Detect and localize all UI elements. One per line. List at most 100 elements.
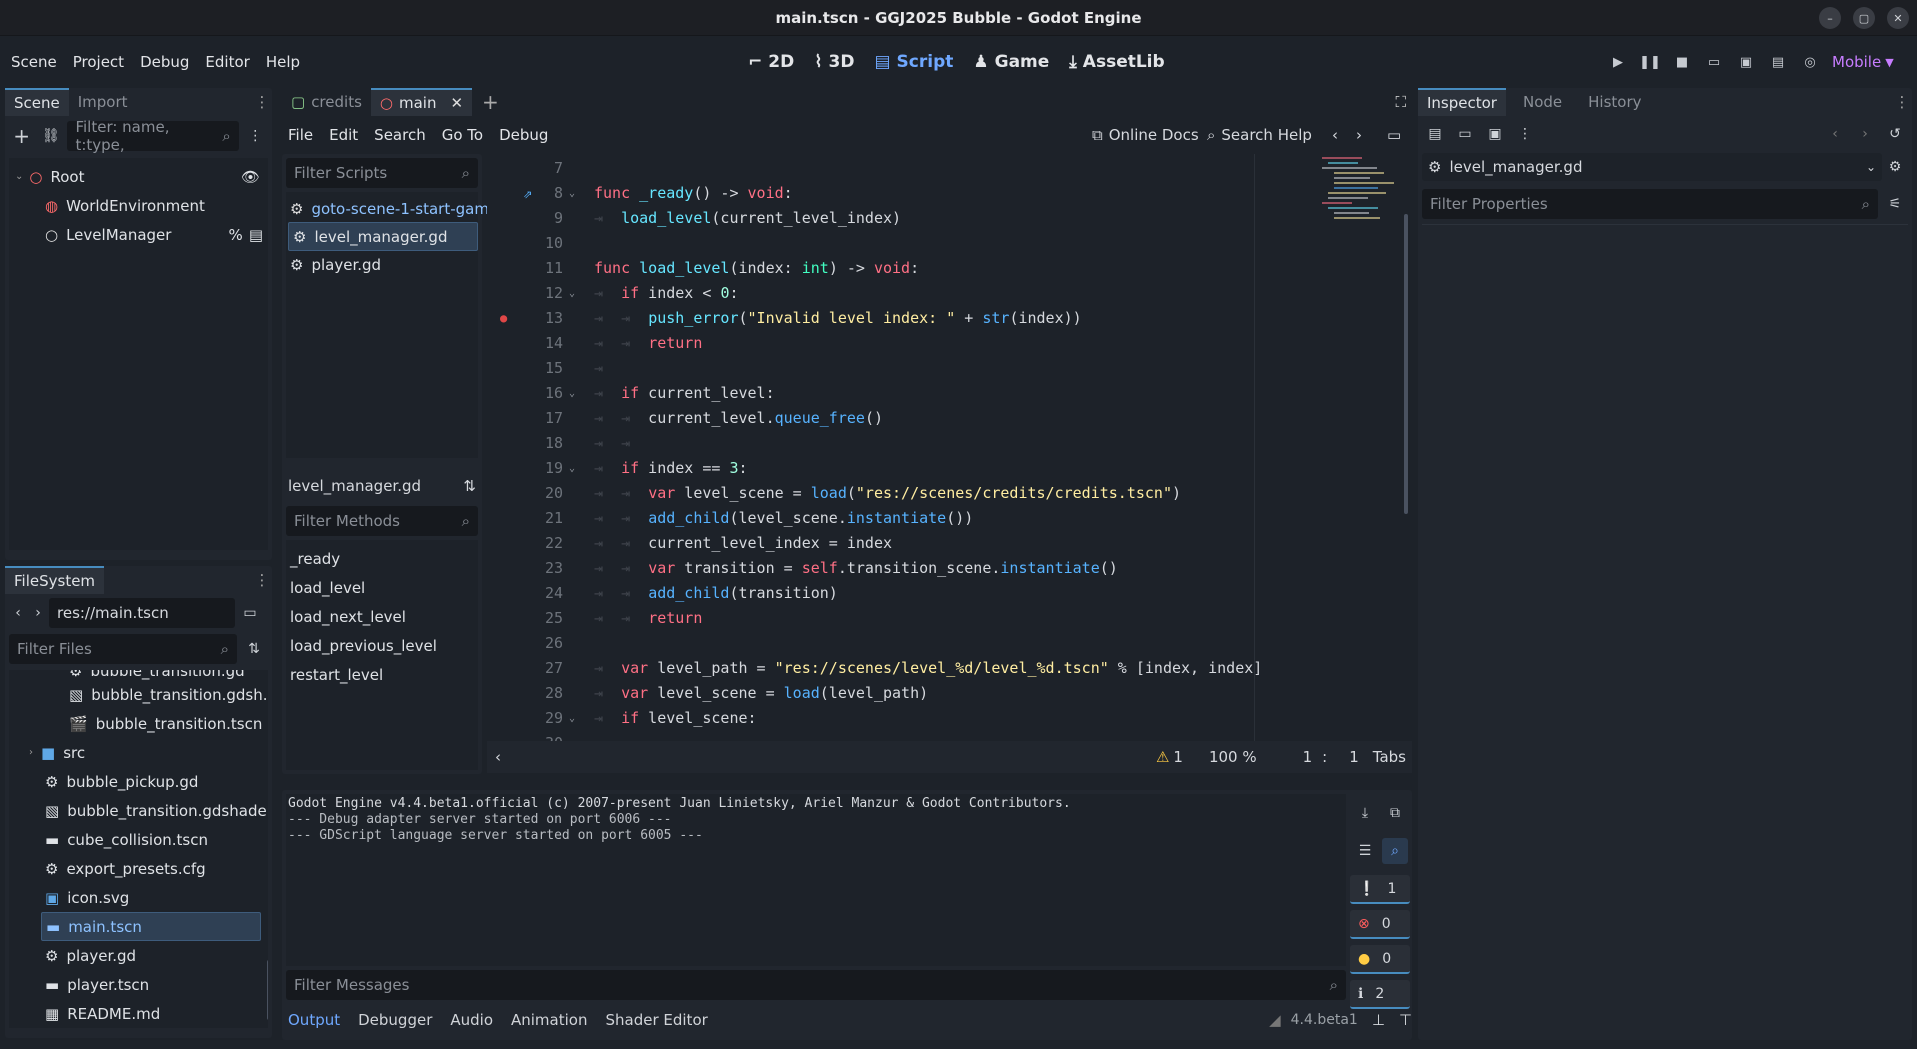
tree-node-levelmanager[interactable]: ○ LevelManager % ▤ bbox=[45, 220, 265, 249]
workspace-3d-button[interactable]: ⌇ 3D bbox=[814, 52, 854, 72]
kebab-menu-icon[interactable]: ⋮ bbox=[254, 571, 270, 589]
play-scene-icon[interactable]: ▣ bbox=[1730, 46, 1762, 78]
workspace-game-button[interactable]: ♟ Game bbox=[973, 52, 1049, 72]
property-options-icon[interactable]: ⚟ bbox=[1882, 191, 1908, 217]
method-list-item[interactable]: load_level bbox=[286, 573, 478, 602]
info-filter-toggle[interactable]: ℹ2 bbox=[1350, 980, 1410, 1009]
close-window-icon[interactable]: ✕ bbox=[1887, 7, 1909, 29]
forward-icon[interactable]: › bbox=[1852, 121, 1878, 147]
filter-properties-input[interactable]: Filter Properties ⌕ bbox=[1422, 189, 1878, 219]
tab-debugger[interactable]: Debugger bbox=[358, 1011, 432, 1029]
file-item[interactable]: ▬ cube_collision.tscn bbox=[45, 825, 208, 854]
file-item[interactable]: ⚙ bubble_pickup.gd bbox=[45, 767, 198, 796]
file-item[interactable]: ▣ icon.svg bbox=[45, 883, 129, 912]
errors-filter-toggle[interactable]: ⊗ 0 bbox=[1350, 910, 1410, 939]
filter-messages-input[interactable]: Filter Messages ⌕ bbox=[286, 970, 1346, 1000]
save-icon[interactable]: ▣ bbox=[1482, 121, 1508, 147]
link-icon[interactable]: ⛓ bbox=[38, 123, 63, 149]
add-tab-icon[interactable]: + bbox=[482, 90, 499, 114]
expand-panel-icon[interactable]: ⊤ bbox=[1399, 1011, 1412, 1029]
file-item[interactable]: ▦ README.md bbox=[45, 999, 160, 1028]
script-list-item-selected[interactable]: ⚙ level_manager.gd bbox=[288, 222, 478, 251]
remote-debug-icon[interactable]: ▭ bbox=[1698, 46, 1730, 78]
file-item[interactable]: ▧ bubble_transition.gdshader bbox=[45, 796, 268, 825]
kebab-menu-icon[interactable]: ⋮ bbox=[1512, 121, 1538, 147]
method-list-item[interactable]: _ready bbox=[286, 544, 478, 573]
pause-icon[interactable]: ❚❚ bbox=[1634, 46, 1666, 78]
zoom-level[interactable]: 100 % bbox=[1209, 748, 1257, 766]
chevron-left-icon[interactable]: ‹ bbox=[495, 748, 501, 766]
collapse-duplicates-icon[interactable]: ☰ bbox=[1352, 838, 1378, 864]
back-icon[interactable]: ‹ bbox=[1822, 121, 1848, 147]
file-item-selected[interactable]: ▬ main.tscn bbox=[41, 912, 261, 941]
visibility-eye-icon[interactable]: 👁 bbox=[241, 168, 260, 186]
folder-item[interactable]: › ■ src bbox=[29, 738, 85, 767]
forward-icon[interactable]: › bbox=[29, 600, 47, 626]
menu-project[interactable]: Project bbox=[67, 53, 130, 71]
filter-methods-input[interactable]: Filter Methods ⌕ bbox=[286, 506, 478, 536]
tab-main[interactable]: ○ main ✕ bbox=[370, 88, 473, 116]
indent-mode[interactable]: Tabs bbox=[1373, 748, 1406, 766]
forward-icon[interactable]: › bbox=[1356, 126, 1362, 144]
new-resource-icon[interactable]: ▤ bbox=[1422, 121, 1448, 147]
script-menu-edit[interactable]: Edit bbox=[323, 126, 364, 144]
tab-animation[interactable]: Animation bbox=[511, 1011, 587, 1029]
tab-shader-editor[interactable]: Shader Editor bbox=[605, 1011, 707, 1029]
tab-filesystem[interactable]: FileSystem bbox=[5, 566, 105, 594]
messages-filter-toggle[interactable]: ❕ 1 bbox=[1350, 875, 1410, 904]
scrollbar[interactable] bbox=[1404, 214, 1408, 514]
method-list-item[interactable]: load_previous_level bbox=[286, 631, 478, 660]
maximize-icon[interactable]: ▢ bbox=[1853, 7, 1875, 29]
method-list-item[interactable]: restart_level bbox=[286, 660, 478, 689]
fold-arrow-icon[interactable]: ⌄ bbox=[569, 706, 575, 731]
tab-import[interactable]: Import bbox=[69, 88, 137, 116]
file-item[interactable]: 🎬 bubble_transition.tscn bbox=[69, 709, 262, 738]
scrollbar[interactable] bbox=[267, 960, 268, 1020]
add-node-icon[interactable]: + bbox=[9, 123, 34, 149]
script-menu-debug[interactable]: Debug bbox=[493, 126, 554, 144]
tab-history[interactable]: History bbox=[1579, 88, 1650, 116]
file-item[interactable]: ⚙ export_presets.cfg bbox=[45, 854, 206, 883]
fold-arrow-icon[interactable]: ⌄ bbox=[569, 381, 575, 406]
fold-arrow-icon[interactable]: ⌄ bbox=[569, 456, 575, 481]
workspace-assetlib-button[interactable]: ⤓ AssetLib bbox=[1069, 52, 1164, 72]
movie-maker-icon[interactable]: ◎ bbox=[1794, 46, 1826, 78]
filesystem-path-input[interactable]: res://main.tscn bbox=[49, 598, 235, 628]
copy-output-icon[interactable]: ⧉ bbox=[1382, 800, 1408, 826]
tab-node[interactable]: Node bbox=[1514, 88, 1571, 116]
kebab-menu-icon[interactable]: ⋮ bbox=[254, 93, 270, 111]
close-icon[interactable]: ✕ bbox=[450, 94, 463, 112]
clear-output-icon[interactable]: ⤓ bbox=[1352, 800, 1378, 826]
warnings-filter-toggle[interactable]: ● 0 bbox=[1350, 945, 1410, 974]
pin-icon[interactable]: ⊥ bbox=[1372, 1011, 1385, 1029]
back-icon[interactable]: ‹ bbox=[1332, 126, 1338, 144]
sort-methods-icon[interactable]: ⇅ bbox=[463, 477, 476, 495]
menu-help[interactable]: Help bbox=[260, 53, 306, 71]
kebab-menu-icon[interactable]: ⋮ bbox=[1894, 93, 1910, 111]
history-icon[interactable]: ↺ bbox=[1882, 121, 1908, 147]
object-properties-icon[interactable]: ⚙ bbox=[1882, 154, 1908, 180]
tab-inspector[interactable]: Inspector bbox=[1418, 88, 1506, 116]
code-editor[interactable]: 7 ⇗ 8 ⌄ func _ready() -> void: 9 ⇥ load_leve… bbox=[487, 154, 1412, 741]
menu-scene[interactable]: Scene bbox=[5, 53, 63, 71]
search-help-button[interactable]: ⌕ Search Help bbox=[1207, 126, 1312, 144]
workspace-2d-button[interactable]: ⌐ 2D bbox=[748, 52, 794, 72]
script-attached-icon[interactable]: ▤ bbox=[249, 226, 263, 244]
split-view-icon[interactable]: ▭ bbox=[237, 600, 263, 626]
script-menu-search[interactable]: Search bbox=[368, 126, 432, 144]
menu-editor[interactable]: Editor bbox=[199, 53, 255, 71]
filter-scripts-input[interactable]: Filter Scripts ⌕ bbox=[286, 158, 478, 188]
online-docs-button[interactable]: ⧉ Online Docs bbox=[1092, 126, 1199, 144]
fullscreen-icon[interactable]: ⛶ bbox=[1395, 93, 1406, 111]
tab-output[interactable]: Output bbox=[288, 1011, 340, 1029]
scene-filter-input[interactable]: Filter: name, t:type, ⌕ bbox=[67, 118, 239, 154]
script-list-item[interactable]: ⚙ player.gd bbox=[290, 250, 381, 279]
filesystem-filter-input[interactable]: Filter Files ⌕ bbox=[9, 634, 237, 664]
search-icon[interactable]: ⌕ bbox=[1382, 838, 1408, 864]
play-icon[interactable]: ▶ bbox=[1602, 46, 1634, 78]
file-item[interactable]: ▧ bubble_transition.gdsh... bbox=[69, 680, 268, 709]
file-item[interactable]: ⚙ player.gd bbox=[45, 941, 136, 970]
breakpoint-icon[interactable]: ● bbox=[500, 306, 507, 331]
script-list-item[interactable]: ⚙ goto-scene-1-start-gam... bbox=[290, 194, 503, 223]
kebab-menu-icon[interactable]: ⋮ bbox=[243, 123, 268, 149]
